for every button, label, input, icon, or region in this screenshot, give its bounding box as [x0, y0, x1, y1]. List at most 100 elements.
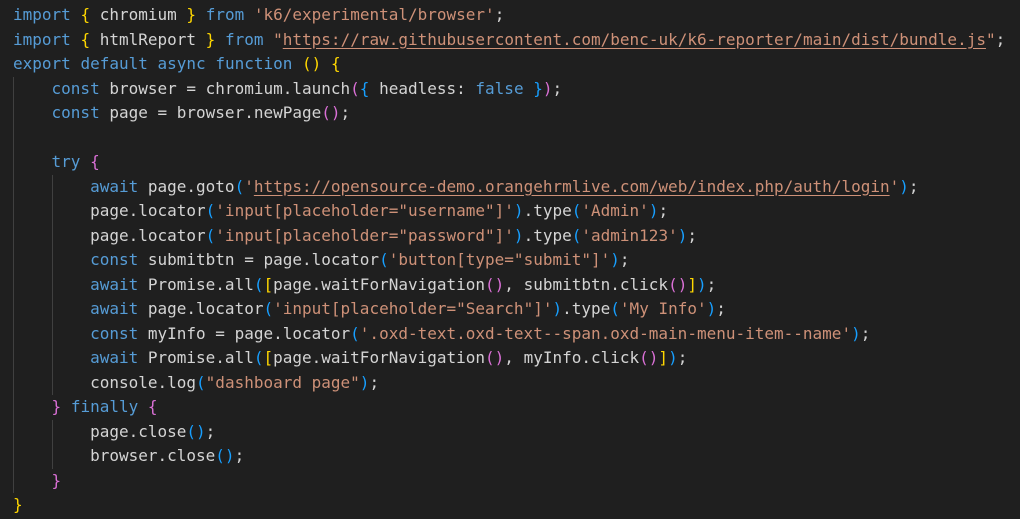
- code-token: {: [90, 152, 100, 171]
- code-token: ;: [658, 201, 669, 220]
- code-token: (: [234, 176, 245, 196]
- code-token: , submitbtn.click: [504, 274, 669, 294]
- code-token: }: [205, 29, 216, 49]
- code-token: (: [379, 250, 389, 269]
- code-token: 'button[type="submit"]': [388, 250, 611, 269]
- code-token: ): [359, 372, 370, 392]
- code-line[interactable]: console.log("dashboard page");: [13, 371, 1005, 396]
- code-line[interactable]: const page = browser.newPage();: [13, 101, 1005, 126]
- code-token: ): [899, 176, 909, 196]
- code-line[interactable]: const myInfo = page.locator('.oxd-text.o…: [13, 322, 1005, 347]
- code-token: '.oxd-text.oxd-text--span.oxd-main-menu-…: [359, 323, 852, 343]
- code-line[interactable]: await page.goto('https://opensource-demo…: [13, 175, 1005, 200]
- code-token: ): [648, 201, 659, 220]
- code-token: myInfo = page.locator: [138, 323, 351, 343]
- code-token: await: [90, 299, 139, 318]
- code-line[interactable]: await Promise.all([page.waitForNavigatio…: [13, 346, 1005, 371]
- code-line[interactable]: }: [13, 469, 1005, 494]
- code-token: import: [13, 29, 71, 49]
- code-token: ;: [619, 250, 630, 269]
- code-line[interactable]: }: [13, 493, 1005, 518]
- code-token: from: [224, 29, 264, 49]
- code-token: ): [706, 299, 717, 318]
- code-line[interactable]: ​: [13, 126, 1005, 151]
- code-token: 'input[placeholder="username"]': [215, 201, 514, 220]
- code-token: from: [205, 5, 245, 24]
- code-editor[interactable]: import { chromium } from 'k6/experimenta…: [0, 0, 1020, 519]
- code-token: {: [147, 397, 158, 416]
- code-token: ': [889, 176, 900, 196]
- code-line[interactable]: page.close();: [13, 420, 1005, 445]
- code-content[interactable]: import { chromium } from 'k6/experimenta…: [13, 3, 1005, 518]
- code-token: }: [186, 5, 197, 24]
- code-token: (: [571, 225, 582, 245]
- code-token: (): [186, 421, 206, 441]
- indent-guide: [51, 419, 53, 469]
- code-token: ): [677, 225, 688, 245]
- code-token: }: [51, 397, 62, 416]
- code-token: 'admin123': [581, 225, 678, 245]
- code-token: function: [215, 54, 293, 73]
- code-line[interactable]: browser.close();: [13, 444, 1005, 469]
- code-token: ;: [995, 29, 1006, 49]
- code-token: const: [51, 103, 100, 122]
- code-line[interactable]: export default async function () {: [13, 52, 1005, 77]
- code-token: }: [533, 78, 543, 98]
- code-token: ;: [205, 421, 216, 441]
- code-token: page.locator: [13, 201, 206, 220]
- code-line[interactable]: import { htmlReport } from "https://raw.…: [13, 28, 1005, 53]
- code-token: ;: [706, 274, 717, 294]
- code-token: 'k6/experimental/browser': [253, 5, 495, 24]
- code-token: await: [90, 176, 139, 196]
- code-token: (: [205, 225, 216, 245]
- code-token: htmlReport: [90, 29, 206, 49]
- code-token: console.log: [13, 372, 197, 392]
- code-token: ;: [677, 348, 688, 367]
- code-line[interactable]: const browser = chromium.launch({ headle…: [13, 77, 1005, 102]
- code-token: {: [330, 54, 341, 73]
- code-token: (): [302, 54, 322, 73]
- code-line[interactable]: page.locator('input[placeholder="passwor…: [13, 224, 1005, 249]
- code-line[interactable]: await page.locator('input[placeholder="S…: [13, 297, 1005, 322]
- code-token: ): [513, 201, 524, 220]
- code-token: Promise.all: [138, 274, 254, 294]
- code-token: ": [985, 29, 996, 49]
- code-token: {: [359, 78, 370, 98]
- code-token: page.locator: [13, 225, 206, 245]
- code-token: (: [610, 299, 620, 318]
- code-line[interactable]: import { chromium } from 'k6/experimenta…: [13, 3, 1005, 28]
- code-line[interactable]: page.locator ( 'input[placeholder="usernam…: [13, 199, 1005, 224]
- code-line[interactable]: const submitbtn = page.locator('button[t…: [13, 248, 1005, 273]
- code-token: ]: [658, 348, 669, 367]
- code-token: (): [668, 274, 688, 294]
- code-token: (: [196, 372, 206, 392]
- code-token: ;: [716, 299, 726, 318]
- code-token: (: [571, 201, 582, 220]
- code-token: ): [542, 78, 553, 98]
- code-line[interactable]: try {: [13, 150, 1005, 175]
- code-line[interactable]: await Promise.all([page.waitForNavigatio…: [13, 273, 1005, 298]
- code-token: page.close: [13, 421, 187, 441]
- code-line[interactable]: } finally {: [13, 395, 1005, 420]
- code-token: submitbtn = page.locator: [138, 250, 380, 269]
- code-token: https://raw.githubusercontent.com/benc-u…: [282, 29, 986, 49]
- code-token: 'input[placeholder="Search"]': [273, 299, 553, 318]
- code-token: import: [13, 5, 71, 24]
- code-token: ): [851, 323, 861, 343]
- code-token: ): [552, 299, 563, 318]
- code-token: page.waitForNavigation: [273, 274, 486, 294]
- code-token: ': [244, 176, 254, 196]
